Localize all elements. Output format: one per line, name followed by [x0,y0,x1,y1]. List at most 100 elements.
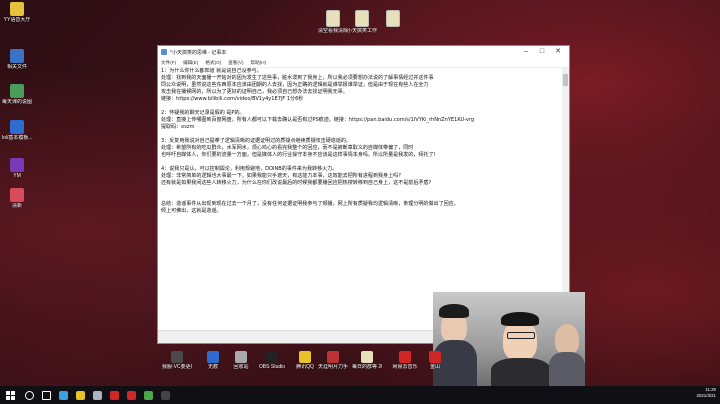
desktop-shortcut[interactable]: 无痕 [198,351,228,370]
text-line: 1：为什么你什么都知道 就是说自己没参与。 [161,68,262,74]
person-left-hair [439,304,469,318]
window-title: *小天搞笑的思维 - 记事本 [170,49,227,56]
maximize-button[interactable]: □ [534,46,550,58]
search-icon[interactable] [25,390,34,400]
desktop-icon-label: 小天搞笑工作... [347,28,377,34]
desktop-icon-label: 每天课的说图 [2,99,32,105]
shortcut-label: 每日的群等 2021_3_13... [352,364,382,370]
menu-item[interactable]: 帮助(H) [251,60,267,66]
red-app-icon[interactable] [110,390,119,400]
desktop-icon[interactable]: 相关文件 [2,49,32,70]
app-icon [299,351,311,363]
notepad-icon [161,49,167,55]
desktop-icon[interactable]: 每天课的说图 [2,84,32,105]
app-icon [266,351,278,363]
shortcut-label: 金山 [429,364,440,370]
menu-item[interactable]: 编辑(E) [183,60,198,66]
desktop-file-icon[interactable]: 小天搞笑工作... [347,10,377,34]
desktop-icon-label: 清新 [11,203,22,209]
desktop-shortcut[interactable]: 每日的群等 2021_3_13... [352,351,382,370]
app-icon [10,120,24,134]
minimize-button[interactable]: – [518,46,534,58]
shortcut-label: OBS Studio [258,364,286,370]
text-line: 处理：找到我的天面播一开始对的因为发生了这些事，脏水泼到了我身上，所以我必须要想… [161,75,434,81]
menu-bar: 文件(F) 编辑(E) 格式(O) 查看(V) 帮助(H) [158,58,569,68]
app-icon [171,351,183,363]
shortcut-label: 网易云音乐 [392,364,418,370]
text-line: 同公众说明，虽然说这些东西原本应该由团期的人去找，因为正确的逻辑就是谁举报谁举证… [161,82,429,88]
obs-icon[interactable] [161,390,170,400]
menu-item[interactable]: 查看(V) [228,60,243,66]
desktop-shortcut[interactable]: OBS Studio [257,351,287,370]
desktop-icon[interactable]: YM [2,158,32,179]
desktop-file-icon[interactable] [378,10,408,28]
desktop-shortcut[interactable]: 网易云音乐 [390,351,420,370]
desktop-shortcut[interactable]: 腾讯QQ [290,351,320,370]
desktop-icon-label: lol/基本模板... [2,135,32,141]
text-line: 处理：非常简单的逻辑也大事最一下，如果我能只手遮天，有这能力本事，这效能去把所有… [161,173,401,179]
task-view-icon[interactable] [42,390,51,400]
menu-item[interactable]: 格式(O) [205,60,221,66]
text-line: 倾上可佛出，这就是造谣。 [161,208,222,214]
app-icon [429,351,441,363]
shortcut-label: 天涯明月刀手游 [318,364,348,370]
text-line: 4：说我只是认，可以控制舆论，利用规避地，DOINB的事件来为我转移火力。 [161,166,338,172]
close-button[interactable]: ✕ [550,46,566,58]
person-center-body [491,358,551,386]
title-bar[interactable]: *小天搞笑的思维 - 记事本 – □ ✕ [158,46,569,58]
text-editor[interactable]: 1：为什么你什么都知道 就是说自己没参与。 处理：找到我的天面播一开始对的因为发生… [160,68,561,330]
text-line: 链接：https://www.bilibili.com/video/BV1y4y… [161,96,304,102]
desktop-icon-label: YM [13,173,21,179]
start-button[interactable] [6,390,15,400]
shortcut-label: 腾讯QQ [296,364,314,370]
text-line: 攻击我在播候网的，所以为了更好的证明自己，我必须自己想办法去找证明我无辜。 [161,89,348,95]
desktop-icon-label: YY语音大厅 [3,17,31,23]
taskbar: 11:29 2021/3/21 [0,386,720,404]
text-line: 处理：希望所有的吃瓜群众，水军网水，烦心鸡心的看完我整个的回应，而不是被断章取义… [161,145,414,151]
folder-icon[interactable] [76,390,85,400]
document-icon [355,10,369,27]
text-line: 也呼吁自媒体人，你们要的流量一方面，但是媒体人的行业操守本身不应该是这样事情本身… [161,152,436,158]
text-line: 2：怀疑我的聊天记录是假的 是P的。 [161,110,245,116]
text-line: 还有就是如果我间这些人转移火力，为什么在你们改说最后的时候我都要播回应把热搜转移… [161,180,432,186]
clock-date: 2021/3/21 [696,393,716,398]
vertical-scrollbar[interactable] [562,68,569,330]
desktop-shortcut[interactable]: 回收站 [226,351,256,370]
app-icon [10,49,24,63]
person-center-glasses [507,332,535,339]
text-line: 3：反复用我说对自己提拳了逻辑清晰的证据证明过的质疑点继续质疑攻击硬造谣的。 [161,138,351,144]
app-icon [207,351,219,363]
app-icon [10,158,24,172]
app-icon [235,351,247,363]
person-center-hair [501,312,539,326]
text-line: 总结：造谣事件从出现到现在过去一个月了，没有任何证据证明我参与了频播，网上所有质… [161,201,459,207]
shortcut-label: 回收站 [233,364,249,370]
desktop-shortcut[interactable]: 天涯明月刀手游 [318,351,348,370]
desktop-shortcut[interactable]: 金山 [420,351,450,370]
shortcut-label: 我服-VC要更新 [162,364,192,370]
desktop-icon-label: 相关文件 [6,64,27,70]
desktop-icon[interactable]: lol/基本模板... [2,120,32,141]
app-icon [10,2,24,16]
netease-icon[interactable] [127,390,136,400]
person-right-body [549,352,585,386]
text-line: 处理：直接上传哪图到百度网盘，所有人都可以下载去确认是否有过PS痕迹。链接：ht… [161,117,475,123]
desktop-shortcut[interactable]: 我服-VC要更新 [162,351,192,370]
chrome-icon[interactable] [144,390,153,400]
webcam-overlay [433,292,585,386]
edge-icon[interactable] [59,390,68,400]
document-icon [326,10,340,27]
desktop-icon[interactable]: 清新 [2,188,32,209]
desktop-icon-label: 清空看我清除 [318,28,348,34]
desktop-file-icon[interactable]: 清空看我清除 [318,10,348,34]
text-line [161,194,560,201]
text-line: 提取码：eszm [161,124,195,130]
app-icon [10,188,24,202]
menu-item[interactable]: 文件(F) [161,60,176,66]
app-icon [361,351,373,363]
desktop-icon[interactable]: YY语音大厅 [2,2,32,23]
app-icon [327,351,339,363]
scrollbar-thumb[interactable] [563,74,568,86]
steam-icon[interactable] [93,390,102,400]
system-clock[interactable]: 11:29 2021/3/21 [696,387,716,399]
